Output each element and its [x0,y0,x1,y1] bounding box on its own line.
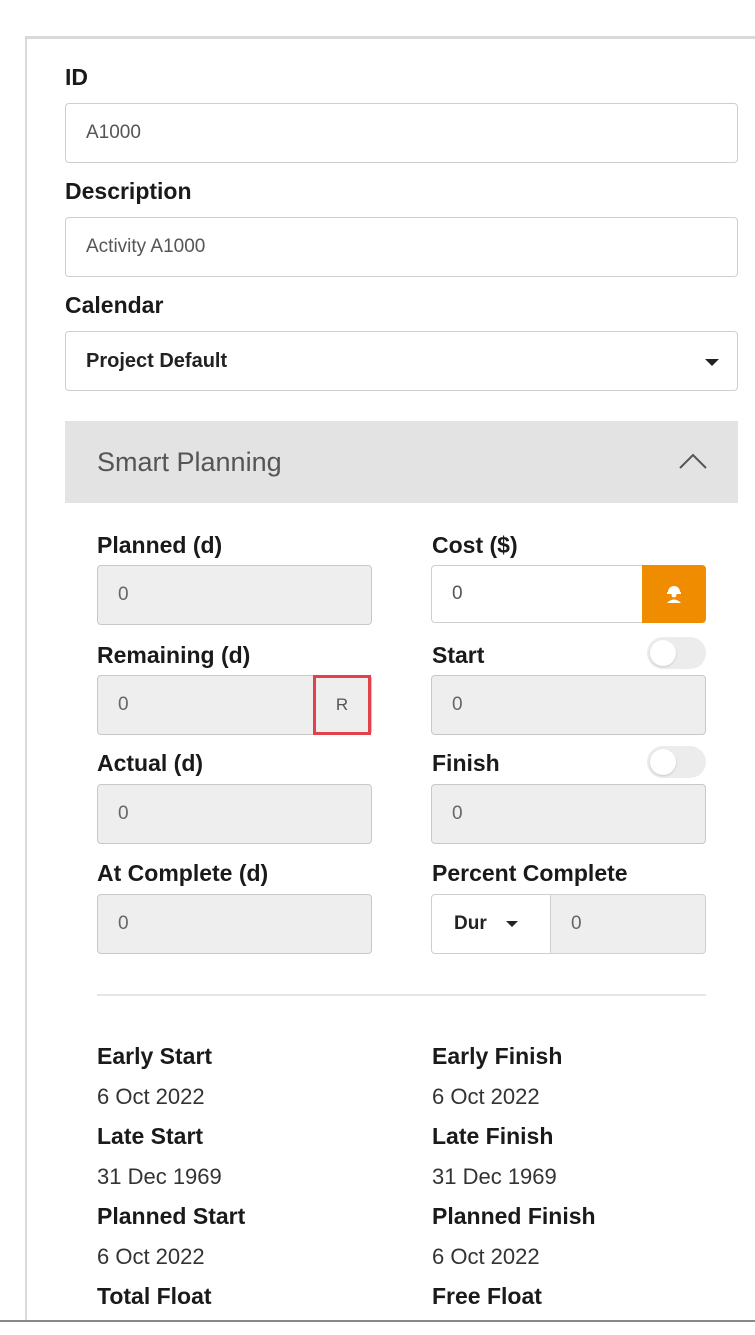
finish-input: 0 [431,784,706,844]
id-label: ID [65,64,88,90]
planned-label: Planned (d) [97,532,223,558]
remaining-value: 0 [118,694,129,715]
percent-complete-type: Dur [454,913,487,934]
cost-resource-button[interactable] [642,565,706,623]
chevron-up-icon[interactable] [678,451,708,471]
window-bottom-edge [0,1320,755,1322]
description-label: Description [65,178,192,204]
late-start-value: 31 Dec 1969 [97,1164,222,1189]
finish-label: Finish [432,750,500,776]
smart-planning-title: Smart Planning [97,447,282,477]
panel-frame-left [25,36,27,1322]
percent-complete-input: 0 [551,894,706,954]
finish-value: 0 [452,803,463,824]
late-finish-value: 31 Dec 1969 [432,1164,557,1189]
calendar-label: Calendar [65,292,164,318]
start-label: Start [432,642,485,668]
start-input: 0 [431,675,706,735]
planned-start-value: 6 Oct 2022 [97,1244,205,1269]
late-finish-label: Late Finish [432,1123,554,1149]
early-finish-value: 6 Oct 2022 [432,1084,540,1109]
planned-finish-value: 6 Oct 2022 [432,1244,540,1269]
chevron-down-icon [705,359,719,366]
free-float-label: Free Float [432,1283,542,1309]
late-start-label: Late Start [97,1123,204,1149]
cost-input[interactable]: 0 [431,565,643,623]
start-toggle[interactable] [647,637,706,669]
cost-label: Cost ($) [432,532,518,558]
percent-complete-value: 0 [571,913,582,934]
at-complete-value: 0 [118,913,129,934]
person-icon [667,586,681,603]
remaining-r-label: R [335,695,349,714]
start-value: 0 [452,694,463,715]
percent-complete-type-dropdown[interactable]: Dur [431,894,551,954]
description-input[interactable]: Activity A1000 [65,217,738,277]
section-divider [97,994,706,996]
planned-value: 0 [118,584,129,605]
actual-label: Actual (d) [97,750,204,776]
id-input[interactable]: A1000 [65,103,738,163]
early-start-value: 6 Oct 2022 [97,1084,205,1109]
percent-complete-label: Percent Complete [432,860,628,886]
calendar-selected-value: Project Default [86,349,228,372]
toggle-knob [650,749,676,775]
planned-start-label: Planned Start [97,1203,246,1229]
at-complete-label: At Complete (d) [97,860,269,886]
at-complete-input: 0 [97,894,372,954]
remaining-r-button[interactable]: R [313,675,371,735]
planned-finish-label: Planned Finish [432,1203,596,1229]
toggle-knob [650,640,676,666]
calendar-select[interactable]: Project Default [65,331,738,391]
remaining-label: Remaining (d) [97,642,251,668]
cost-value: 0 [452,583,463,604]
actual-value: 0 [118,803,129,824]
planned-input: 0 [97,565,372,625]
total-float-label: Total Float [97,1283,212,1309]
smart-planning-header[interactable]: Smart Planning [65,421,738,503]
actual-input: 0 [97,784,372,844]
panel-frame-top [25,36,755,39]
early-start-label: Early Start [97,1043,213,1069]
early-finish-label: Early Finish [432,1043,563,1069]
description-input-value: Activity A1000 [86,236,206,257]
id-input-value: A1000 [86,122,141,143]
caret-down-icon [506,921,518,927]
finish-toggle[interactable] [647,746,706,778]
